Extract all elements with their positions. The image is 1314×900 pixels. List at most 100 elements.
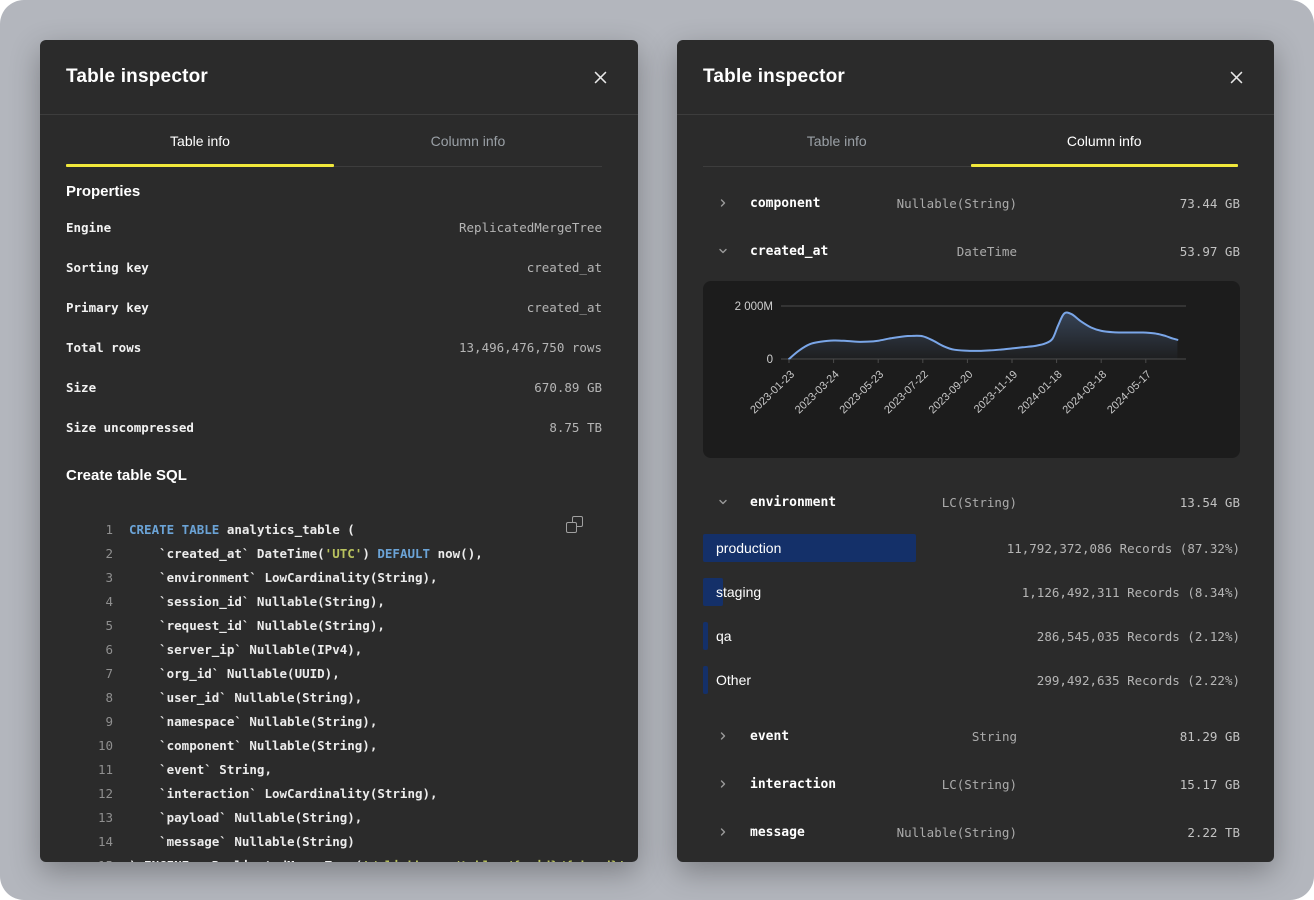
sql-code-block: 1CREATE TABLE analytics_table (2 `create… xyxy=(66,517,602,862)
sql-code: `environment` LowCardinality(String), xyxy=(129,570,438,585)
env-value-label: Other xyxy=(716,666,751,694)
sql-text: now(), xyxy=(430,546,483,561)
property-label: Sorting key xyxy=(66,260,149,275)
column-size: 13.54 GB xyxy=(1017,495,1240,510)
sql-keyword: DEFAULT xyxy=(377,546,430,561)
column-row[interactable]: messageNullable(String)2.22 TB xyxy=(703,808,1240,856)
chevron-down-icon[interactable] xyxy=(717,496,729,508)
table-inspector-modal-column-info: Table inspector Table info Column info c… xyxy=(677,40,1274,862)
env-value-bar xyxy=(703,666,708,694)
column-row[interactable]: eventString81.29 GB xyxy=(703,712,1240,760)
column-type: Nullable(String) xyxy=(857,196,1017,211)
close-button[interactable] xyxy=(586,63,614,91)
env-bar-container: qa xyxy=(703,622,910,650)
sql-text: , xyxy=(626,858,634,863)
line-number: 1 xyxy=(66,522,113,537)
sql-text: `message` Nullable(String) xyxy=(129,834,355,849)
column-row[interactable]: created_atDateTime53.97 GB xyxy=(703,227,1240,275)
close-button[interactable] xyxy=(1222,63,1250,91)
env-bar-container: Other xyxy=(703,666,910,694)
x-axis-label: 2023-01-23 xyxy=(748,369,797,417)
sql-code: `server_ip` Nullable(IPv4), xyxy=(129,642,362,657)
copy-sql-button[interactable] xyxy=(566,513,588,535)
properties-list: Engine ReplicatedMergeTree Sorting key crea… xyxy=(66,207,602,447)
sql-line: 1CREATE TABLE analytics_table ( xyxy=(66,517,602,541)
env-bar-container: production xyxy=(703,534,910,562)
property-value: ReplicatedMergeTree xyxy=(459,220,602,235)
chevron-right-icon[interactable] xyxy=(717,826,729,838)
sql-lines: 1CREATE TABLE analytics_table (2 `create… xyxy=(66,517,602,862)
sql-text: `event` String, xyxy=(129,762,272,777)
sql-line: 7 `org_id` Nullable(UUID), xyxy=(66,661,602,685)
sql-keyword: CREATE TABLE xyxy=(129,522,219,537)
line-number: 4 xyxy=(66,594,113,609)
property-value: created_at xyxy=(527,300,602,315)
column-row[interactable]: interactionLC(String)15.17 GB xyxy=(703,760,1240,808)
env-value-label: qa xyxy=(716,622,732,650)
line-number: 11 xyxy=(66,762,113,777)
column-type: Nullable(String) xyxy=(857,825,1017,840)
tab-bar: Table info Column info xyxy=(703,115,1238,167)
x-axis-label: 2023-09-20 xyxy=(927,369,976,417)
x-axis-label: 2023-05-23 xyxy=(837,369,886,417)
sql-line: 15) ENGINE = ReplicatedMergeTree('/click… xyxy=(66,853,602,862)
sql-text: `org_id` Nullable(UUID), xyxy=(129,666,340,681)
line-number: 2 xyxy=(66,546,113,561)
sql-code: `namespace` Nullable(String), xyxy=(129,714,377,729)
property-value: created_at xyxy=(527,260,602,275)
env-value-row: production11,792,372,086 Records (87.32%… xyxy=(703,526,1240,570)
sql-string: 'UTC' xyxy=(325,546,363,561)
sql-code: `message` Nullable(String) xyxy=(129,834,355,849)
chevron-right-icon[interactable] xyxy=(717,197,729,209)
env-value-row: qa286,545,035 Records (2.12%) xyxy=(703,614,1240,658)
sql-line: 14 `message` Nullable(String) xyxy=(66,829,602,853)
sql-code: `interaction` LowCardinality(String), xyxy=(129,786,438,801)
chevron-right-icon[interactable] xyxy=(717,730,729,742)
line-number: 14 xyxy=(66,834,113,849)
property-value: 13,496,476,750 rows xyxy=(459,340,602,355)
sql-code: `user_id` Nullable(String), xyxy=(129,690,362,705)
sql-code: `event` String, xyxy=(129,762,272,777)
column-row[interactable]: environmentLC(String)13.54 GB xyxy=(703,478,1240,526)
chevron-down-icon[interactable] xyxy=(717,245,729,257)
line-number: 3 xyxy=(66,570,113,585)
table-inspector-modal-table-info: Table inspector Table info Column info P… xyxy=(40,40,638,862)
column-row[interactable]: componentNullable(String)73.44 GB xyxy=(703,179,1240,227)
property-label: Size uncompressed xyxy=(66,420,194,435)
x-axis-label: 2024-01-18 xyxy=(1016,369,1065,417)
sql-line: 13 `payload` Nullable(String), xyxy=(66,805,602,829)
tab-column-info[interactable]: Column info xyxy=(334,115,602,166)
line-number: 9 xyxy=(66,714,113,729)
line-number: 5 xyxy=(66,618,113,633)
histogram-card: 02 000M2023-01-232023-03-242023-05-23202… xyxy=(703,281,1240,458)
column-name: message xyxy=(750,825,857,840)
env-value-records: 299,492,635 Records (2.22%) xyxy=(910,673,1240,688)
sql-code: `session_id` Nullable(String), xyxy=(129,594,385,609)
sql-text: `request_id` Nullable(String), xyxy=(129,618,385,633)
copy-icon xyxy=(566,516,583,533)
chevron-right-icon[interactable] xyxy=(717,778,729,790)
property-label: Engine xyxy=(66,220,111,235)
env-value-records: 1,126,492,311 Records (8.34%) xyxy=(910,585,1240,600)
properties-heading: Properties xyxy=(66,181,602,203)
panel-header: Table inspector xyxy=(677,40,1274,115)
tab-column-info[interactable]: Column info xyxy=(971,115,1239,166)
page-title: Table inspector xyxy=(66,66,208,88)
tab-table-info[interactable]: Table info xyxy=(66,115,334,166)
env-value-label: production xyxy=(716,534,781,562)
tab-table-info[interactable]: Table info xyxy=(703,115,971,166)
line-number: 10 xyxy=(66,738,113,753)
sql-line: 8 `user_id` Nullable(String), xyxy=(66,685,602,709)
sql-line: 6 `server_ip` Nullable(IPv4), xyxy=(66,637,602,661)
sql-line: 10 `component` Nullable(String), xyxy=(66,733,602,757)
sql-line: 5 `request_id` Nullable(String), xyxy=(66,613,602,637)
panel-header: Table inspector xyxy=(40,40,638,115)
line-number: 13 xyxy=(66,810,113,825)
sql-line: 12 `interaction` LowCardinality(String), xyxy=(66,781,602,805)
column-name: created_at xyxy=(750,244,857,259)
env-value-bar xyxy=(703,622,708,650)
sql-code: `component` Nullable(String), xyxy=(129,738,377,753)
column-size: 81.29 GB xyxy=(1017,729,1240,744)
env-value-row: staging1,126,492,311 Records (8.34%) xyxy=(703,570,1240,614)
column-name: interaction xyxy=(750,777,857,792)
